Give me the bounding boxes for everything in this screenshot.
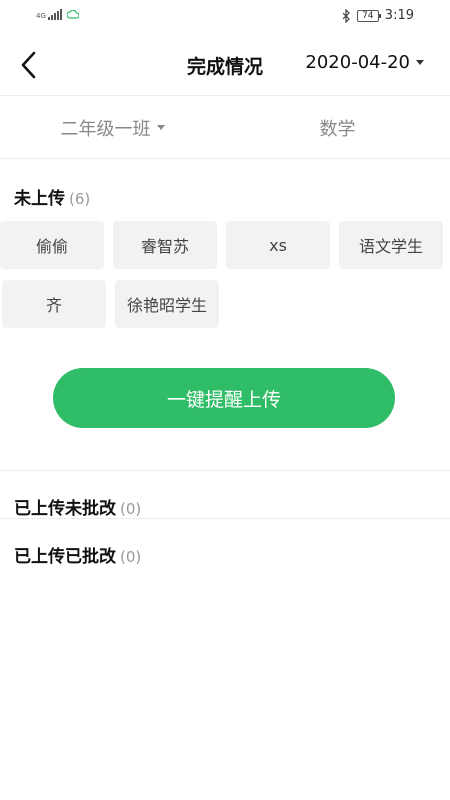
student-chip[interactable]: 徐艳昭学生 (115, 280, 219, 328)
subject-filter[interactable]: 数学 (225, 97, 450, 158)
student-chip[interactable]: 齐 (2, 280, 106, 328)
date-picker[interactable]: 2020-04-20 (305, 52, 424, 73)
battery-icon: 74 (356, 9, 381, 22)
date-value: 2020-04-20 (305, 52, 410, 73)
remind-upload-button[interactable]: 一键提醒上传 (53, 368, 395, 428)
not-uploaded-title: 未上传 (6) (14, 184, 90, 209)
uploaded-unreviewed-title: 已上传未批改 (0) (14, 494, 141, 519)
header: 完成情况 2020-04-20 (0, 34, 450, 96)
status-bar: 4G 74 3:19 (0, 0, 450, 34)
not-uploaded-count: (6) (69, 190, 91, 208)
uploaded-reviewed-title: 已上传已批改 (0) (14, 542, 141, 567)
network-type: 4G (36, 12, 46, 20)
subject-filter-label: 数学 (319, 118, 356, 140)
section-divider (0, 518, 450, 519)
signal-indicator: 4G (36, 8, 79, 20)
class-filter-label: 二年级一班 (60, 118, 151, 140)
class-filter[interactable]: 二年级一班 (0, 97, 225, 158)
signal-icon (47, 8, 62, 20)
student-chip[interactable]: xs (226, 221, 330, 269)
student-chip[interactable]: 睿智苏 (113, 221, 217, 269)
uploaded-unreviewed-count: (0) (120, 500, 142, 518)
not-uploaded-label: 未上传 (14, 189, 65, 209)
clock: 3:19 (384, 8, 414, 23)
filter-bar: 二年级一班 数学 (0, 97, 450, 159)
student-chip[interactable]: 偷偷 (0, 221, 104, 269)
caret-down-icon (416, 60, 424, 65)
cloud-sync-icon (66, 10, 79, 19)
bluetooth-icon (342, 8, 350, 23)
caret-down-icon (156, 125, 165, 130)
section-divider (0, 470, 450, 471)
uploaded-reviewed-label: 已上传已批改 (14, 547, 116, 567)
uploaded-unreviewed-label: 已上传未批改 (14, 499, 116, 519)
status-right: 74 3:19 (342, 8, 414, 23)
uploaded-reviewed-count: (0) (120, 548, 142, 566)
student-chip[interactable]: 语文学生 (339, 221, 443, 269)
